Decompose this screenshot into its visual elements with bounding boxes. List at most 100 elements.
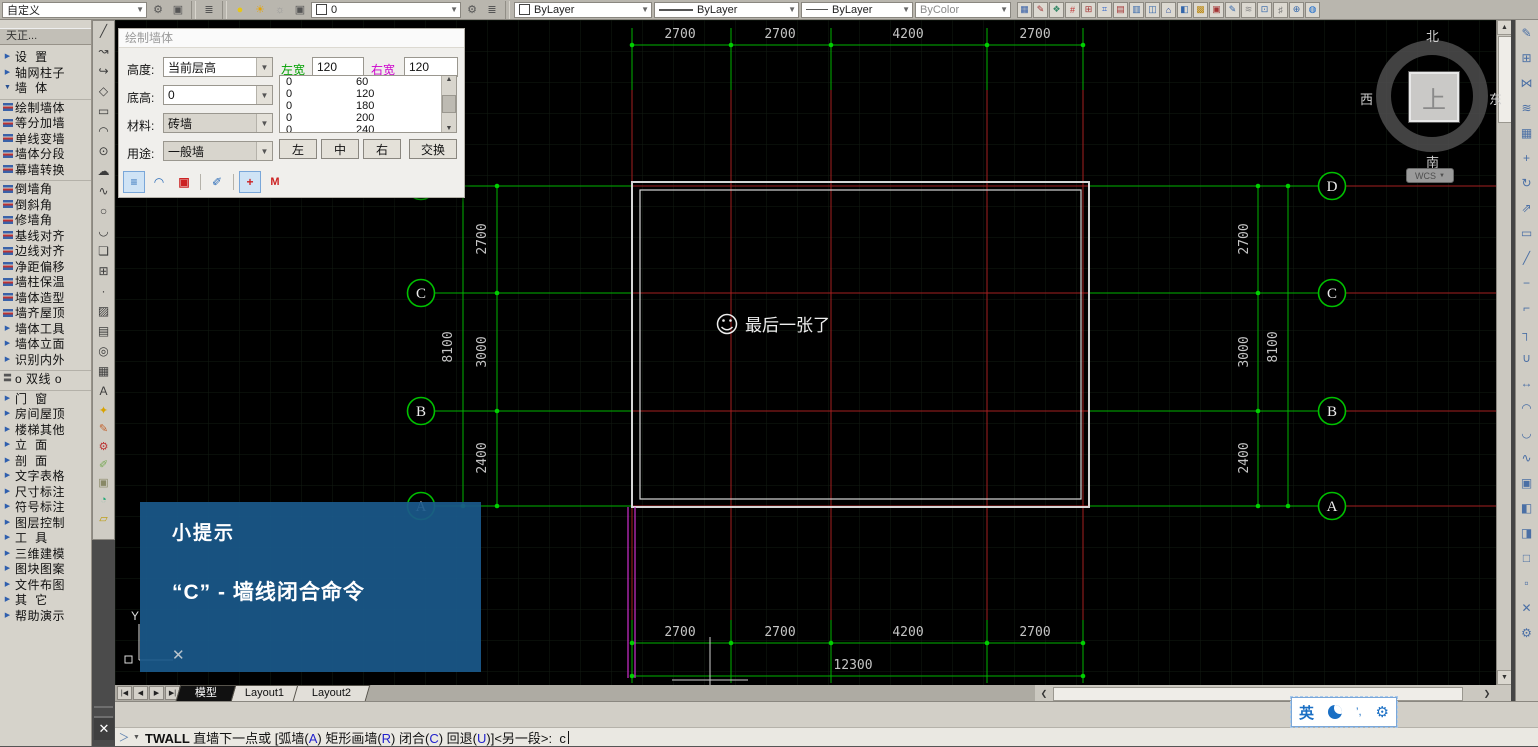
sidebar-menu-item[interactable]: 墙柱保温 xyxy=(0,274,91,290)
sidebar-menu-item[interactable]: 工 具 xyxy=(0,530,91,546)
swap-button[interactable]: 交换 xyxy=(409,139,457,159)
scroll-up-icon[interactable]: ▲ xyxy=(446,76,453,83)
cad-tool-icon[interactable]: ⊕ xyxy=(1289,2,1304,18)
close-menu-button[interactable]: ✕ xyxy=(94,718,114,740)
modify-tool-icon[interactable]: ∪ xyxy=(1516,345,1537,370)
modify-tool-icon[interactable]: ╱ xyxy=(1516,245,1537,270)
sidebar-menu-item[interactable]: o 双线 o xyxy=(0,370,91,387)
compass-west[interactable]: 西 xyxy=(1360,89,1373,108)
compass-east[interactable]: 东 xyxy=(1489,89,1502,108)
sidebar-menu-item[interactable]: 墙体分段 xyxy=(0,146,91,162)
dialog-title[interactable]: 绘制墙体 xyxy=(119,29,464,48)
draw-tool-icon[interactable]: ▨ xyxy=(93,301,114,321)
cad-tool-icon[interactable]: ▤ xyxy=(1113,2,1128,18)
base-height-combo[interactable]: 0 ▼ xyxy=(163,85,273,105)
scroll-down-icon[interactable]: ▼ xyxy=(446,125,453,132)
color-combo[interactable]: ByLayer ▼ xyxy=(514,2,652,18)
modify-tool-icon[interactable]: □ xyxy=(1516,545,1537,570)
draw-tool-icon[interactable]: ◎ xyxy=(93,341,114,361)
right-width-input[interactable]: 120 xyxy=(404,57,458,77)
lock-icon[interactable]: ▣ xyxy=(291,1,309,19)
sidebar-menu-item[interactable]: 房间屋顶 xyxy=(0,406,91,422)
modify-tool-icon[interactable]: ◠ xyxy=(1516,395,1537,420)
modify-tool-icon[interactable]: ◡ xyxy=(1516,420,1537,445)
plotstyle-combo[interactable]: ByColor ▼ xyxy=(915,2,1011,18)
sidebar-menu-item[interactable]: 三维建模 xyxy=(0,546,91,562)
layer-previous-icon[interactable]: ≣ xyxy=(483,1,501,19)
sidebar-menu-item[interactable]: 立 面 xyxy=(0,437,91,453)
draw-tool-icon[interactable]: ❏ xyxy=(93,241,114,261)
sidebar-menu-item[interactable]: 图块图案 xyxy=(0,561,91,577)
wcs-selector[interactable]: WCS ▼ xyxy=(1406,168,1454,183)
toolbar-grip[interactable] xyxy=(94,706,113,718)
modify-tool-icon[interactable]: − xyxy=(1516,270,1537,295)
cad-tool-icon[interactable]: ▩ xyxy=(1193,2,1208,18)
moon-icon[interactable] xyxy=(1328,705,1342,719)
gear-icon[interactable]: ⚙ xyxy=(1376,703,1389,721)
wall-width-row[interactable]: 0 200 xyxy=(280,112,456,124)
draw-tool-icon[interactable]: ▭ xyxy=(93,101,114,121)
scrollbar-thumb[interactable] xyxy=(1498,36,1512,123)
rect-wall-icon[interactable]: ▣ xyxy=(173,171,195,193)
modify-tool-icon[interactable]: ≋ xyxy=(1516,95,1537,120)
sidebar-menu-item[interactable]: 绘制墙体 xyxy=(0,99,91,116)
ime-punctuation-toggle[interactable]: ’, xyxy=(1356,706,1362,718)
wall-width-row[interactable]: 0 60 xyxy=(280,76,456,88)
wall-width-row[interactable]: 0 120 xyxy=(280,88,456,100)
sidebar-menu-item[interactable]: 净距偏移 xyxy=(0,259,91,275)
draw-wall-dialog[interactable]: 绘制墙体 高度: 当前层高 ▼ 左宽 120 右宽 120 底高: 0 ▼ 0 … xyxy=(118,28,465,198)
modify-tool-icon[interactable]: ▭ xyxy=(1516,220,1537,245)
modify-tool-icon[interactable]: ┐ xyxy=(1516,320,1537,345)
sidebar-menu-item[interactable]: 其 它 xyxy=(0,592,91,608)
left-width-input[interactable]: 120 xyxy=(312,57,364,77)
draw-tool-icon[interactable]: ◠ xyxy=(93,121,114,141)
cad-tool-icon[interactable]: ✎ xyxy=(1225,2,1240,18)
sidebar-menu-item[interactable]: 轴网柱子 xyxy=(0,65,91,81)
cad-tool-icon[interactable]: ◍ xyxy=(1305,2,1320,18)
freeze-icon[interactable]: ☼ xyxy=(271,1,289,19)
modify-tool-icon[interactable]: ◧ xyxy=(1516,495,1537,520)
modify-tool-icon[interactable]: ⌐ xyxy=(1516,295,1537,320)
draw-tool-icon[interactable]: A xyxy=(93,381,114,401)
object-tool-icon[interactable]: ◔ xyxy=(93,491,114,509)
tab-layout2[interactable]: Layout2 xyxy=(293,685,371,701)
draw-tool-icon[interactable]: ◇ xyxy=(93,81,114,101)
sidebar-menu-item[interactable]: 门 窗 xyxy=(0,390,91,407)
modify-tool-icon[interactable]: ∿ xyxy=(1516,445,1537,470)
object-tool-icon[interactable]: ▱ xyxy=(93,509,114,527)
draw-tool-icon[interactable]: ◡ xyxy=(93,221,114,241)
sidebar-menu-item[interactable]: 帮助演示 xyxy=(0,608,91,624)
draw-tool-icon[interactable]: ▦ xyxy=(93,361,114,381)
draw-tool-icon[interactable]: ⊙ xyxy=(93,141,114,161)
ime-toolbar[interactable]: 英 ’, ⚙ xyxy=(1291,697,1397,727)
scrollbar-thumb[interactable] xyxy=(1053,687,1463,701)
object-tool-icon[interactable]: ✦ xyxy=(93,401,114,419)
sidebar-menu-item[interactable]: 符号标注 xyxy=(0,499,91,515)
sidebar-menu-item[interactable]: 文件布图 xyxy=(0,577,91,593)
object-tool-icon[interactable]: ⚙ xyxy=(93,437,114,455)
sidebar-menu-item[interactable]: 识别内外 xyxy=(0,352,91,368)
sidebar-menu-item[interactable]: 倒斜角 xyxy=(0,197,91,213)
scrollbar-thumb[interactable] xyxy=(442,95,456,113)
modify-tool-icon[interactable]: ⊞ xyxy=(1516,45,1537,70)
scroll-left-icon[interactable]: ❮ xyxy=(1037,687,1051,699)
lightbulb-icon[interactable]: ● xyxy=(231,1,249,19)
sidebar-menu-item[interactable]: 等分加墙 xyxy=(0,115,91,131)
align-center-button[interactable]: 中 xyxy=(321,139,359,159)
compass-top-face[interactable]: 上 xyxy=(1409,72,1459,122)
sidebar-menu-item[interactable]: 单线变墙 xyxy=(0,131,91,147)
cad-tool-icon[interactable]: ⊞ xyxy=(1081,2,1096,18)
cad-tool-icon[interactable]: ≋ xyxy=(1241,2,1256,18)
modify-mode-icon[interactable]: M xyxy=(264,171,286,193)
next-tab-button[interactable]: ▶ xyxy=(149,686,164,700)
draw-tool-icon[interactable]: ☁ xyxy=(93,161,114,181)
arc-wall-icon[interactable]: ◠ xyxy=(148,171,170,193)
grid-snap-icon[interactable]: + xyxy=(239,171,261,193)
sidebar-menu-item[interactable]: 墙体造型 xyxy=(0,290,91,306)
modify-tool-icon[interactable]: ◨ xyxy=(1516,520,1537,545)
workspace-settings-icon[interactable]: ▣ xyxy=(169,1,187,19)
scroll-right-icon[interactable]: ❯ xyxy=(1480,687,1494,699)
cad-tool-icon[interactable]: ◫ xyxy=(1145,2,1160,18)
list-scrollbar[interactable]: ▲ ▼ xyxy=(441,76,456,132)
modify-tool-icon[interactable]: ⋈ xyxy=(1516,70,1537,95)
